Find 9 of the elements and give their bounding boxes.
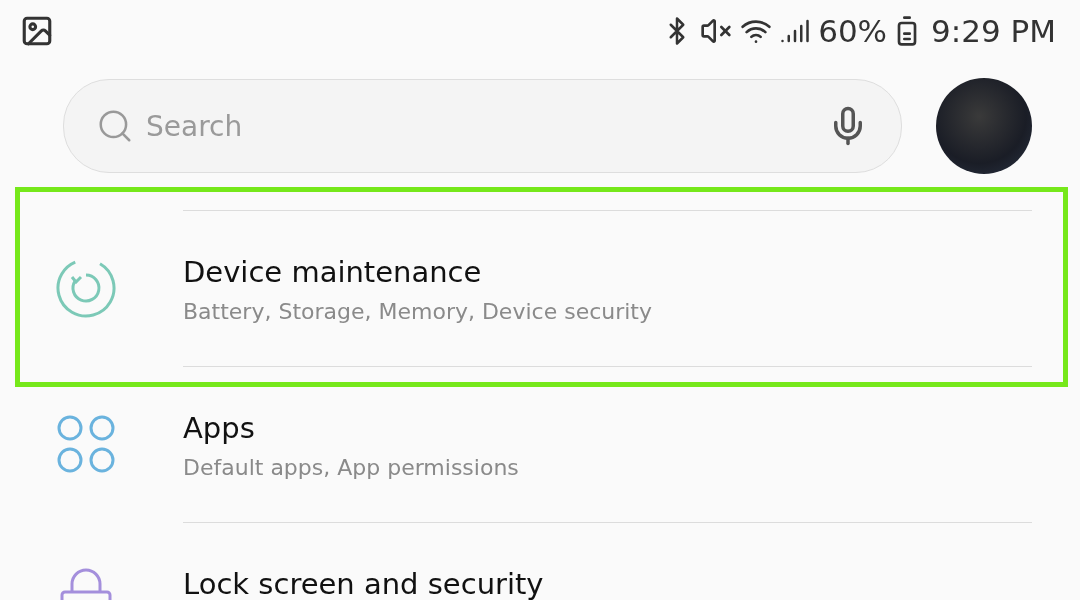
search-input[interactable]: Search [144,108,817,144]
setting-title: Lock screen and security [183,567,545,600]
search-bar[interactable]: Search [63,79,902,173]
setting-subtitle: Default apps, App permissions [183,455,520,480]
setting-title: Apps [183,411,256,445]
battery-percent: 60% [818,13,888,49]
setting-title: Device maintenance [183,255,483,289]
setting-subtitle: Battery, Storage, Memory, Device security [183,299,653,324]
clock-time: 9:29 PM [931,13,1056,49]
